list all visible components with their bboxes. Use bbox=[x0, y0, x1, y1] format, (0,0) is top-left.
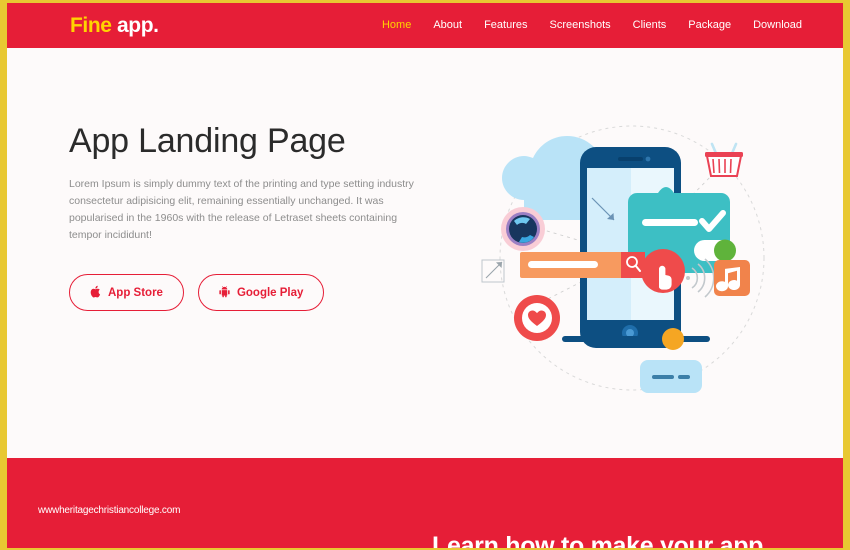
hero-paragraph: Lorem Ipsum is simply dummy text of the … bbox=[69, 178, 414, 242]
hero-section: App Landing Page Lorem Ipsum is simply d… bbox=[7, 48, 843, 458]
music-note-icon bbox=[714, 260, 750, 296]
logo-text-secondary: app. bbox=[111, 13, 159, 37]
logo-text-primary: Fine bbox=[70, 13, 112, 37]
hero-copy: App Landing Page Lorem Ipsum is simply d… bbox=[69, 122, 439, 312]
android-icon bbox=[219, 285, 230, 300]
page-canvas: Fine app. Home About Features Screenshot… bbox=[7, 3, 843, 548]
toggle-switch-icon bbox=[694, 239, 736, 262]
nav-item-about[interactable]: About bbox=[422, 3, 473, 48]
shopping-basket-icon bbox=[705, 142, 743, 177]
apple-icon bbox=[90, 285, 101, 300]
site-header: Fine app. Home About Features Screenshot… bbox=[7, 3, 843, 48]
nav-item-home[interactable]: Home bbox=[371, 3, 422, 48]
nav-item-features[interactable]: Features bbox=[473, 3, 538, 48]
nav-item-download[interactable]: Download bbox=[742, 3, 813, 48]
speech-bubble-icon bbox=[640, 360, 702, 393]
page-title: App Landing Page bbox=[69, 122, 346, 160]
search-bar-icon bbox=[520, 252, 645, 278]
browser-page: Fine app. Home About Features Screenshot… bbox=[0, 0, 850, 550]
cursor-hand-icon bbox=[641, 249, 685, 293]
nav-item-package[interactable]: Package bbox=[677, 3, 742, 48]
nav-item-clients[interactable]: Clients bbox=[622, 3, 678, 48]
footer-headline: Learn how to make your app bbox=[432, 532, 764, 548]
site-logo[interactable]: Fine app. bbox=[70, 14, 159, 38]
google-play-button-label: Google Play bbox=[236, 286, 304, 299]
nav-item-screenshots[interactable]: Screenshots bbox=[538, 3, 621, 48]
watermark-text: wwwheritagechristiancollege.com bbox=[38, 505, 181, 516]
app-store-button-label: App Store bbox=[108, 286, 163, 299]
heart-icon bbox=[514, 295, 560, 341]
main-navigation: Home About Features Screenshots Clients … bbox=[371, 3, 813, 48]
app-store-button[interactable]: App Store bbox=[69, 274, 184, 312]
google-play-button[interactable]: Google Play bbox=[197, 274, 325, 312]
footer-band: wwwheritagechristiancollege.com Learn ho… bbox=[7, 458, 843, 548]
camera-lens-icon bbox=[501, 207, 545, 251]
hero-button-group: App Store Google Play bbox=[69, 274, 439, 312]
app-concept-illustration bbox=[462, 88, 792, 438]
